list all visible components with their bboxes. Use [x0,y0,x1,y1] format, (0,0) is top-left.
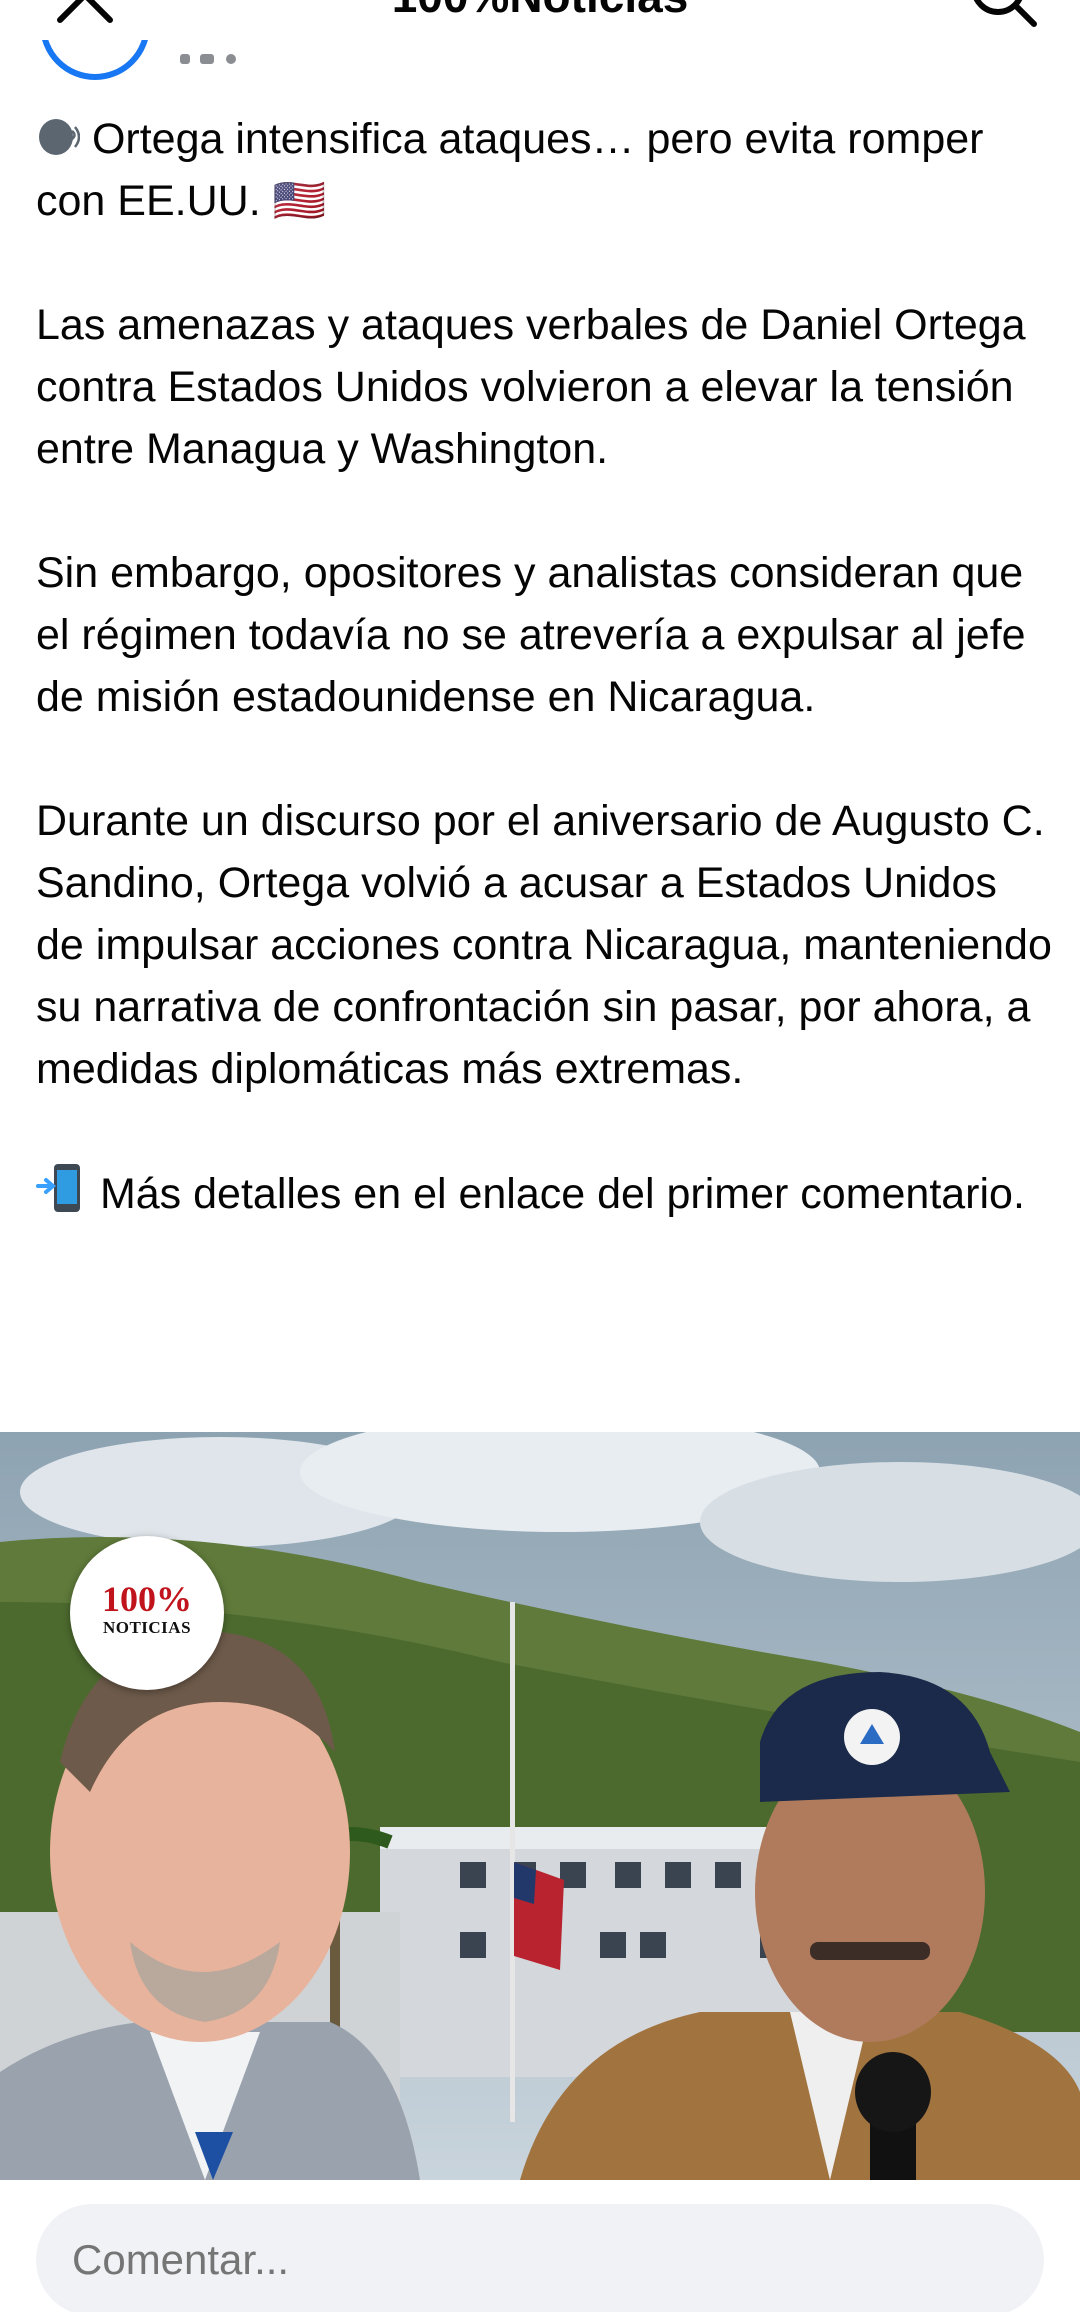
post-paragraph: Sin embargo, opositores y analistas cons… [36,549,1026,721]
app-header: 100%Noticias [0,0,1080,40]
comment-bar [0,2180,1080,2312]
post-paragraph: Más detalles en el enlace del primer com… [36,1162,1056,1225]
post-meta [180,54,300,70]
post-paragraph: Las amenazas y ataques verbales de Danie… [36,301,1026,473]
mobile-arrow-icon [36,1164,80,1212]
post-paragraph: Ortega intensifica ataques… pero evita r… [36,115,984,225]
post-body: Ortega intensifica ataques… pero evita r… [36,108,1056,1225]
comment-input[interactable] [36,2204,1044,2312]
post-author-row [0,40,1080,90]
brand-logo: 100% NOTICIAS [70,1536,224,1690]
speaking-head-icon [39,119,80,155]
page-title: 100%Noticias [0,0,1080,26]
post-image[interactable]: 100% NOTICIAS [0,1432,1080,2180]
search-icon[interactable] [966,0,1040,30]
post-paragraph: Durante un discurso por el aniversario d… [36,797,1052,1093]
page-avatar[interactable] [40,40,150,80]
